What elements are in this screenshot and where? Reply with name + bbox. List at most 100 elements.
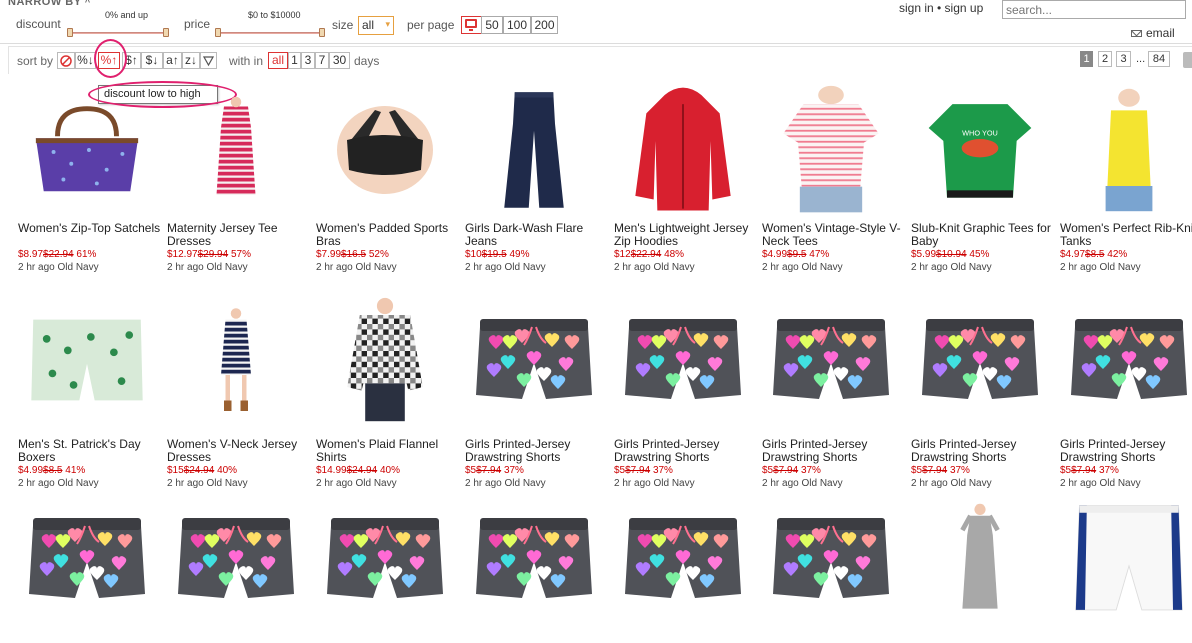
- product-title[interactable]: Women's Perfect Rib-Knit Tanks: [1060, 222, 1192, 248]
- product-card[interactable]: Women's Zip-Top Satchels $8.97$22.94 61% 2…: [14, 80, 160, 280]
- scroll-right-button[interactable]: [1183, 52, 1192, 68]
- heart-shorts-image[interactable]: [758, 290, 903, 430]
- product-price: $12$22.94 48%: [614, 249, 684, 260]
- price-slider-min-handle[interactable]: [215, 28, 221, 37]
- flare-jeans-image[interactable]: [461, 80, 606, 220]
- sort-discount-high-low-button[interactable]: %↓: [75, 52, 96, 69]
- black-sports-bra-image[interactable]: [312, 80, 457, 220]
- product-title[interactable]: Women's Vintage-Style V-Neck Tees: [762, 222, 907, 248]
- search-input[interactable]: [1002, 0, 1186, 19]
- product-card[interactable]: Girls Printed-Jersey Drawstring Shorts $5…: [758, 290, 903, 490]
- product-card[interactable]: Women's Vintage-Style V-Neck Tees $4.99$9…: [758, 80, 903, 280]
- heart-shorts-image[interactable]: [312, 499, 457, 619]
- white-athletic-shorts-image[interactable]: [1056, 499, 1192, 619]
- product-card[interactable]: Women's Perfect Rib-Knit Tanks $4.97$8.5 …: [1056, 80, 1192, 280]
- product-card[interactable]: Girls Printed-Jersey Drawstring Shorts $5…: [610, 290, 755, 490]
- heart-shorts-image[interactable]: [610, 290, 755, 430]
- heart-shorts-image[interactable]: [163, 499, 308, 619]
- product-title[interactable]: Maternity Jersey Tee Dresses: [167, 222, 312, 248]
- heart-shorts-image[interactable]: [14, 499, 159, 619]
- product-title[interactable]: Women's Plaid Flannel Shirts: [316, 438, 461, 464]
- product-card[interactable]: Women's Padded Sports Bras $7.99$16.5 52%…: [312, 80, 457, 280]
- page-button-2[interactable]: 2: [1098, 51, 1112, 67]
- discount-slider-track[interactable]: [70, 32, 168, 34]
- page-button-1[interactable]: 1: [1080, 51, 1093, 67]
- price-slider-max-handle[interactable]: [319, 28, 325, 37]
- product-title[interactable]: Girls Printed-Jersey Drawstring Shorts: [762, 438, 907, 464]
- product-card[interactable]: Girls Printed-Jersey Drawstring Shorts $5…: [907, 290, 1052, 490]
- plaid-shirt-image[interactable]: [312, 290, 457, 430]
- product-title[interactable]: Girls Printed-Jersey Drawstring Shorts: [911, 438, 1056, 464]
- product-card[interactable]: Girls Dark-Wash Flare Jeans $10$19.5 49% 2…: [461, 80, 606, 280]
- days-option-1[interactable]: 1: [288, 52, 301, 69]
- product-title[interactable]: Girls Dark-Wash Flare Jeans: [465, 222, 610, 248]
- gray-maxi-dress-image[interactable]: [907, 499, 1052, 619]
- product-card[interactable]: Women's V-Neck Jersey Dresses $15$24.94 4…: [163, 290, 308, 490]
- product-title[interactable]: Women's Padded Sports Bras: [316, 222, 461, 248]
- product-card[interactable]: Women's Plaid Flannel Shirts $14.99$24.94…: [312, 290, 457, 490]
- days-option-all[interactable]: all: [268, 52, 288, 69]
- green-graphic-tee-image[interactable]: WHO YOU: [907, 80, 1052, 220]
- days-option-3[interactable]: 3: [301, 52, 315, 69]
- green-boxers-image[interactable]: [14, 290, 159, 430]
- sale-price: $14.99: [316, 465, 347, 476]
- per-page-option-100[interactable]: 100: [503, 16, 531, 34]
- product-card[interactable]: [163, 499, 308, 642]
- heart-shorts-image[interactable]: [461, 290, 606, 430]
- sort-name-a-z-button[interactable]: a↑: [163, 52, 182, 69]
- product-title[interactable]: Girls Printed-Jersey Drawstring Shorts: [465, 438, 610, 464]
- price-slider-track[interactable]: [218, 32, 324, 34]
- product-title[interactable]: Men's Lightweight Jersey Zip Hoodies: [614, 222, 759, 248]
- narrow-by-title[interactable]: NARROW BY ^: [8, 0, 91, 8]
- original-price: $22.94: [43, 249, 74, 260]
- product-card[interactable]: Girls Printed-Jersey Drawstring Shorts $5…: [1056, 290, 1192, 490]
- discount-percent: 48%: [664, 249, 685, 260]
- sort-price-high-low-button[interactable]: $↓: [141, 52, 163, 69]
- heart-shorts-image[interactable]: [610, 499, 755, 619]
- days-option-30[interactable]: 30: [329, 52, 350, 69]
- product-card[interactable]: Maternity Jersey Tee Dresses $12.97$29.94…: [163, 80, 308, 280]
- product-title[interactable]: Slub-Knit Graphic Tees for Baby: [911, 222, 1056, 248]
- discount-slider-max-handle[interactable]: [163, 28, 169, 37]
- purple-satchel-image[interactable]: [14, 80, 159, 220]
- per-page-grid-view-button[interactable]: [461, 16, 482, 34]
- heart-shorts-image[interactable]: [758, 499, 903, 619]
- navy-striped-dress-image[interactable]: [163, 290, 308, 430]
- heart-shorts-image[interactable]: [1056, 290, 1192, 430]
- product-title[interactable]: Men's St. Patrick's Day Boxers: [18, 438, 163, 464]
- pink-striped-dress-image[interactable]: [163, 80, 308, 220]
- sort-name-z-a-button[interactable]: z↓: [182, 52, 200, 69]
- sort-favorites-button[interactable]: [200, 52, 217, 69]
- discount-slider-min-handle[interactable]: [67, 28, 73, 37]
- days-option-7[interactable]: 7: [315, 52, 329, 69]
- email-link[interactable]: email: [1146, 26, 1175, 40]
- product-card[interactable]: Men's Lightweight Jersey Zip Hoodies $12$…: [610, 80, 755, 280]
- page-button-3[interactable]: 3: [1116, 51, 1131, 67]
- product-card[interactable]: [461, 499, 606, 642]
- heart-shorts-image[interactable]: [461, 499, 606, 619]
- sign-in-sign-up-links[interactable]: sign in • sign up: [899, 1, 983, 15]
- striped-vneck-image[interactable]: [758, 80, 903, 220]
- product-title[interactable]: Girls Printed-Jersey Drawstring Shorts: [614, 438, 759, 464]
- sort-relevance-button[interactable]: [57, 52, 75, 69]
- product-card[interactable]: [14, 499, 159, 642]
- product-card[interactable]: [1056, 499, 1192, 642]
- product-title[interactable]: Women's V-Neck Jersey Dresses: [167, 438, 312, 464]
- page-button-last[interactable]: 84: [1148, 51, 1170, 67]
- product-title[interactable]: Women's Zip-Top Satchels: [18, 222, 163, 235]
- product-card[interactable]: [758, 499, 903, 642]
- product-card[interactable]: [610, 499, 755, 642]
- heart-shorts-image[interactable]: [907, 290, 1052, 430]
- product-card[interactable]: [907, 499, 1052, 642]
- yellow-tank-image[interactable]: [1056, 80, 1192, 220]
- per-page-option-200[interactable]: 200: [531, 16, 558, 34]
- red-hoodie-image[interactable]: [610, 80, 755, 220]
- product-card[interactable]: Girls Printed-Jersey Drawstring Shorts $5…: [461, 290, 606, 490]
- product-title[interactable]: Girls Printed-Jersey Drawstring Shorts: [1060, 438, 1192, 464]
- discount-percent: 42%: [1107, 249, 1128, 260]
- size-select[interactable]: all ▾: [358, 16, 394, 35]
- product-card[interactable]: Men's St. Patrick's Day Boxers $4.99$8.5 …: [14, 290, 159, 490]
- per-page-option-50[interactable]: 50: [481, 16, 503, 34]
- product-card[interactable]: [312, 499, 457, 642]
- product-card[interactable]: WHO YOU Slub-Knit Graphic Tees for Baby $5…: [907, 80, 1052, 280]
